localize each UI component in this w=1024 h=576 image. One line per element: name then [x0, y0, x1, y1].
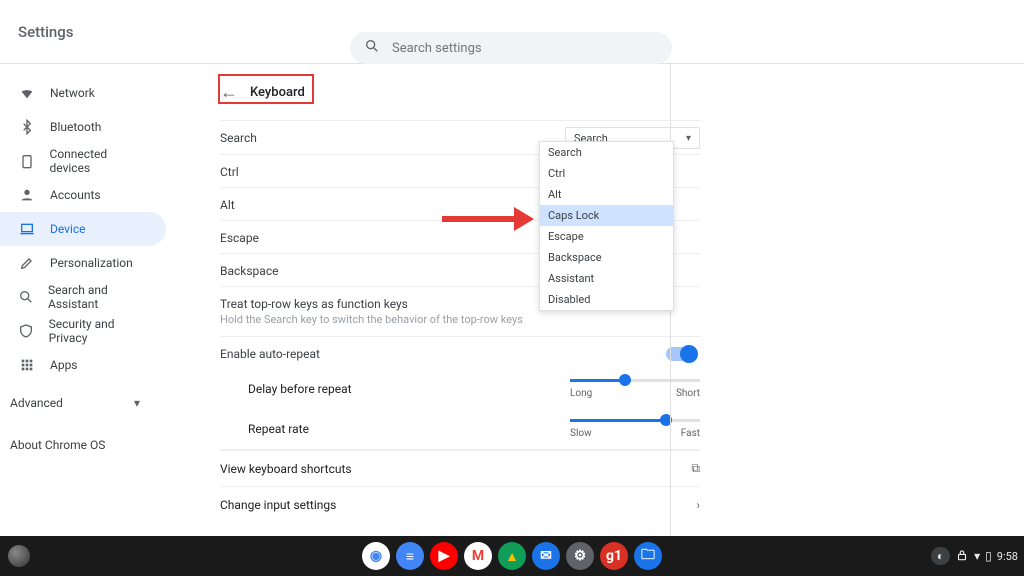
search-select-dropdown: SearchCtrlAltCaps LockEscapeBackspaceAss…: [539, 141, 674, 311]
dropdown-option[interactable]: Backspace: [540, 247, 673, 268]
launcher-button[interactable]: [8, 545, 30, 567]
row-label: Enable auto-repeat: [220, 347, 666, 361]
dropdown-option[interactable]: Ctrl: [540, 163, 673, 184]
rate-slider[interactable]: Slow Fast: [570, 419, 700, 439]
slider-rate-row: Repeat rate Slow Fast: [220, 409, 700, 449]
delay-slider[interactable]: Long Short: [570, 379, 700, 399]
shelf-app-settings[interactable]: ⚙: [566, 542, 594, 570]
sidebar-advanced[interactable]: Advanced ▾: [0, 386, 190, 420]
shelf-app-docs[interactable]: ≡: [396, 542, 424, 570]
status-tray[interactable]: ◐ ▾ ▯ 9:58: [931, 547, 1018, 565]
sidebar-item-label: Security and Privacy: [49, 317, 148, 345]
chevron-down-icon: ▾: [134, 396, 140, 410]
dropdown-option[interactable]: Escape: [540, 226, 673, 247]
shelf-app-messages[interactable]: ✉: [532, 542, 560, 570]
link-input-settings[interactable]: Change input settings ›: [220, 486, 700, 522]
slider-label: Delay before repeat: [248, 382, 570, 396]
slider-delay-row: Delay before repeat Long Short: [220, 369, 700, 409]
row-sub-label: Hold the Search key to switch the behavi…: [220, 313, 700, 326]
dropdown-option[interactable]: Alt: [540, 184, 673, 205]
shelf-apps: ◉≡▶M▲✉⚙g1🗀: [362, 542, 662, 570]
sidebar-item-label: Network: [50, 86, 95, 100]
shield-icon: [18, 322, 35, 340]
devices-icon: [18, 152, 36, 170]
dropdown-option[interactable]: Caps Lock: [540, 205, 673, 226]
toggle-icon: ◐: [937, 549, 944, 563]
sidebar-item-label: Accounts: [50, 188, 101, 202]
brush-icon: [18, 254, 36, 272]
bluetooth-icon: [18, 118, 36, 136]
wifi-icon: [18, 84, 36, 102]
sidebar-item-device[interactable]: Device: [0, 212, 166, 246]
apps-icon: [18, 356, 36, 374]
sidebar-item-label: Apps: [50, 358, 78, 372]
shelf: ◉≡▶M▲✉⚙g1🗀 ◐ ▾ ▯ 9:58: [0, 536, 1024, 576]
search-icon: [18, 288, 34, 306]
page-title: Keyboard: [250, 85, 305, 100]
shelf-app-youtube[interactable]: ▶: [430, 542, 458, 570]
sidebar-about[interactable]: About Chrome OS: [0, 430, 190, 460]
shelf-app-drive[interactable]: ▲: [498, 542, 526, 570]
advanced-label: Advanced: [10, 396, 63, 410]
account-icon: [18, 186, 36, 204]
auto-repeat-toggle[interactable]: [666, 347, 696, 361]
shelf-app-chrome[interactable]: ◉: [362, 542, 390, 570]
link-shortcuts[interactable]: View keyboard shortcuts ⧉: [220, 450, 700, 486]
sidebar-item-network[interactable]: Network: [0, 76, 166, 110]
battery-icon: ▯: [985, 549, 992, 563]
back-button[interactable]: ←: [220, 82, 238, 103]
slider-left-label: Long: [570, 388, 592, 399]
row-label: Search: [220, 131, 565, 145]
dropdown-option[interactable]: Assistant: [540, 268, 673, 289]
slider-left-label: Slow: [570, 428, 592, 439]
lock-icon: [955, 548, 969, 565]
sidebar-item-connected-devices[interactable]: Connected devices: [0, 144, 166, 178]
link-label: View keyboard shortcuts: [220, 462, 352, 476]
search-box[interactable]: [350, 32, 672, 64]
search-icon: [364, 38, 380, 58]
sidebar-item-label: Connected devices: [50, 147, 148, 175]
row-auto-repeat: Enable auto-repeat: [220, 336, 700, 369]
sidebar-item-accounts[interactable]: Accounts: [0, 178, 166, 212]
content-area: ← Keyboard Search Search ▾ Ctrl Alt Esca…: [190, 64, 1024, 536]
caret-down-icon: ▾: [686, 133, 691, 144]
sidebar-item-personalization[interactable]: Personalization: [0, 246, 166, 280]
slider-right-label: Short: [676, 388, 700, 399]
sidebar-item-label: Search and Assistant: [48, 283, 148, 311]
open-external-icon: ⧉: [691, 461, 700, 476]
link-label: Change input settings: [220, 498, 336, 512]
quick-settings-pill[interactable]: ◐: [931, 547, 950, 565]
shelf-app-files[interactable]: 🗀: [634, 542, 662, 570]
sidebar-item-bluetooth[interactable]: Bluetooth: [0, 110, 166, 144]
search-input[interactable]: [392, 41, 658, 56]
page-header: ← Keyboard: [220, 70, 700, 114]
shelf-app-g1[interactable]: g1: [600, 542, 628, 570]
sidebar-item-search-assistant[interactable]: Search and Assistant: [0, 280, 166, 314]
sidebar-item-label: Bluetooth: [50, 120, 101, 134]
laptop-icon: [18, 220, 36, 238]
sidebar: Network Bluetooth Connected devices Acco…: [0, 64, 190, 536]
dropdown-option[interactable]: Search: [540, 142, 673, 163]
dropdown-option[interactable]: Disabled: [540, 289, 673, 310]
clock: 9:58: [997, 550, 1018, 563]
slider-right-label: Fast: [681, 428, 700, 439]
app-header: Settings: [0, 0, 1024, 64]
sidebar-item-apps[interactable]: Apps: [0, 348, 166, 382]
wifi-icon: ▾: [974, 549, 980, 563]
chevron-right-icon: ›: [696, 498, 700, 512]
slider-label: Repeat rate: [248, 422, 570, 436]
shelf-app-gmail[interactable]: M: [464, 542, 492, 570]
sidebar-item-label: Personalization: [50, 256, 133, 270]
sidebar-item-security-privacy[interactable]: Security and Privacy: [0, 314, 166, 348]
app-title: Settings: [18, 23, 74, 41]
sidebar-item-label: Device: [50, 222, 86, 236]
